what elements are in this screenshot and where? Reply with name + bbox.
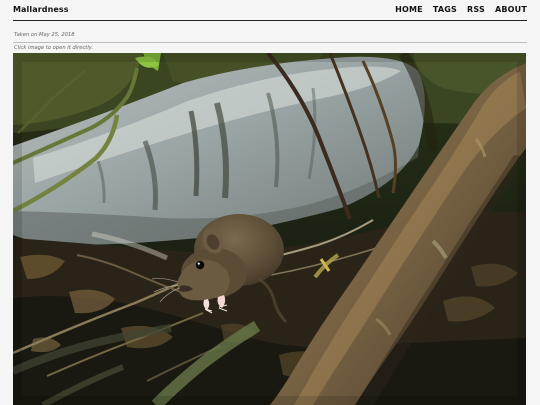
nav-home-link[interactable]: HOME [395, 5, 423, 15]
site-title-link[interactable]: Mallardness [13, 5, 69, 14]
nav-tags-link[interactable]: TAGS [433, 5, 457, 15]
site-header: Mallardness HOME TAGS RSS ABOUT [13, 0, 527, 21]
open-image-hint: Click image to open it directly. [14, 45, 94, 51]
mouse-photo [13, 53, 526, 405]
photo-date: Taken on May 25, 2018 [14, 32, 75, 38]
post-meta: Taken on May 25, 2018 [13, 30, 527, 43]
nav-about-link[interactable]: ABOUT [495, 5, 527, 15]
top-nav: HOME TAGS RSS ABOUT [395, 5, 527, 15]
page: Mallardness HOME TAGS RSS ABOUT Taken on… [0, 0, 540, 405]
nav-rss-link[interactable]: RSS [467, 5, 485, 15]
photo-link[interactable] [13, 53, 526, 405]
